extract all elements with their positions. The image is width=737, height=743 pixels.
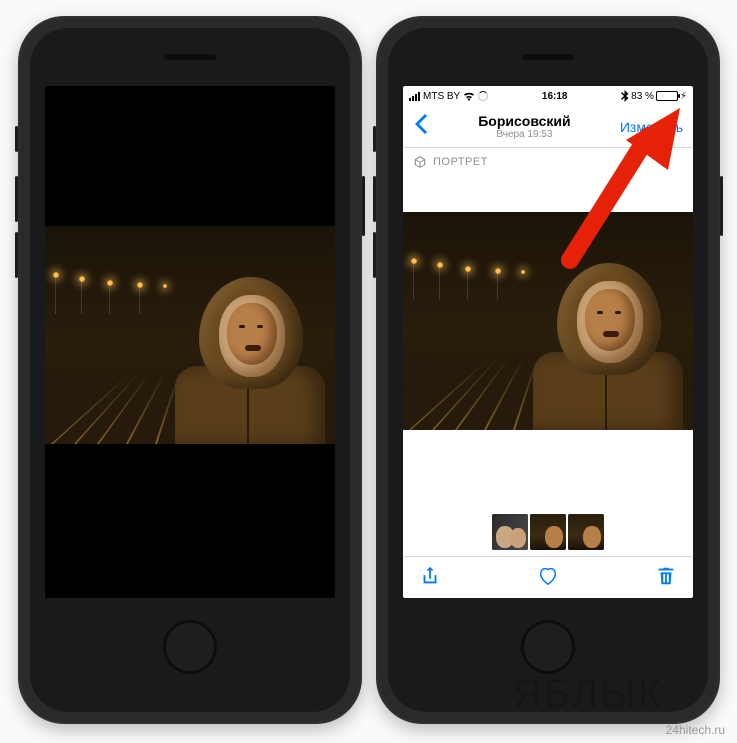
phone-mockup-left (18, 16, 362, 724)
thumbnail[interactable] (568, 514, 604, 550)
edit-button[interactable]: Изменить (618, 119, 685, 135)
battery-pct: 83 % (631, 91, 654, 102)
page-title: Борисовский (431, 113, 618, 129)
nav-bar: Борисовский Вчера 19:53 Изменить (403, 106, 693, 148)
like-button[interactable] (537, 565, 559, 590)
back-button[interactable] (411, 114, 431, 139)
signal-icon (409, 92, 420, 101)
thumbnail[interactable] (530, 514, 566, 550)
loading-icon (478, 91, 488, 101)
phone-mockup-right: MTS BY 16:18 83 % ⚡︎ (376, 16, 720, 724)
bluetooth-icon (621, 90, 629, 102)
speaker-slot (522, 54, 574, 60)
charging-icon: ⚡︎ (680, 91, 687, 102)
home-button[interactable] (163, 620, 217, 674)
share-button[interactable] (419, 565, 441, 590)
thumbnail[interactable] (492, 514, 528, 550)
mode-label: ПОРТРЕТ (433, 156, 488, 168)
heart-icon (537, 565, 559, 587)
bottom-toolbar (403, 556, 693, 598)
delete-button[interactable] (655, 565, 677, 590)
page-subtitle: Вчера 19:53 (431, 129, 618, 141)
photo-viewer[interactable] (403, 176, 693, 510)
status-bar: MTS BY 16:18 83 % ⚡︎ (403, 86, 693, 106)
screen-right: MTS BY 16:18 83 % ⚡︎ (403, 86, 693, 598)
share-icon (419, 565, 441, 587)
watermark-logo: ЯБЛЫК (513, 672, 663, 717)
home-button[interactable] (521, 620, 575, 674)
watermark-site: 24hitech.ru (666, 723, 725, 737)
thumbnail-strip[interactable] (403, 510, 693, 556)
cube-icon (413, 155, 427, 169)
battery-icon (656, 91, 678, 101)
mode-badge: ПОРТРЕТ (403, 148, 693, 176)
carrier-label: MTS BY (423, 91, 460, 102)
trash-icon (655, 565, 677, 587)
chevron-left-icon (415, 114, 427, 134)
portrait-photo[interactable] (403, 212, 693, 430)
portrait-photo[interactable] (45, 226, 335, 444)
screen-left (45, 86, 335, 598)
wifi-icon (463, 92, 475, 101)
speaker-slot (164, 54, 216, 60)
status-time: 16:18 (542, 91, 568, 102)
